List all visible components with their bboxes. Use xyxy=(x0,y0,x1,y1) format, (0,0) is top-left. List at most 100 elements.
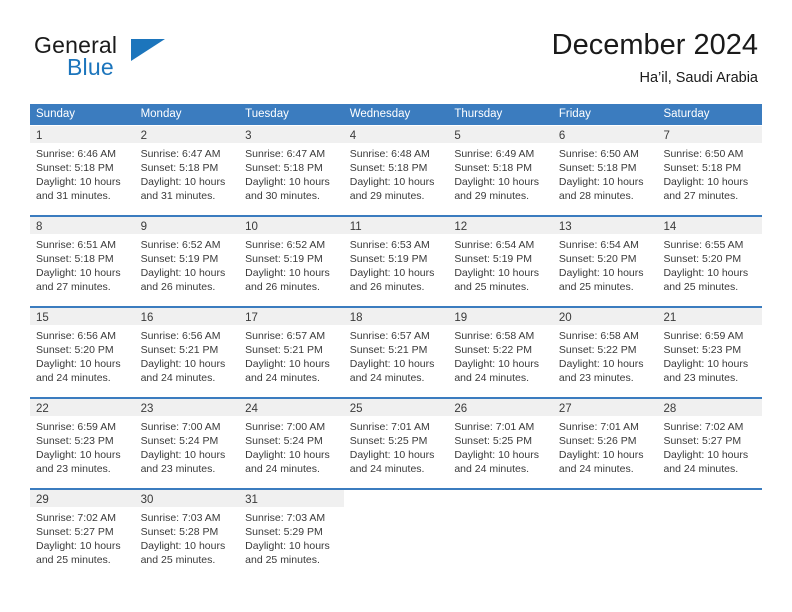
day-sunrise-text: Sunrise: 6:51 AM xyxy=(36,239,116,251)
day-details: Sunrise: 6:49 AM Sunset: 5:18 PM Daylight:… xyxy=(448,143,553,203)
day-sunset-text: Sunset: 5:26 PM xyxy=(558,435,637,447)
day-number: 25 xyxy=(349,403,363,415)
day-details: Sunrise: 6:59 AM Sunset: 5:23 PM Daylight:… xyxy=(30,416,135,476)
day-sunrise-text: Sunrise: 6:58 AM xyxy=(558,330,639,342)
calendar-day-cell[interactable]: 4 Sunrise: 6:48 AM Sunset: 5:18 PM Daylight… xyxy=(343,126,449,209)
day-details: Sunrise: 6:50 AM Sunset: 5:18 PM Daylight:… xyxy=(657,143,762,203)
calendar-day-cell[interactable]: 15 Sunrise: 6:56 AM Sunset: 5:20 PM Dayligh… xyxy=(30,308,135,391)
calendar-day-cell[interactable]: 11 Sunrise: 6:53 AM Sunset: 5:19 PM Dayligh… xyxy=(343,217,449,300)
calendar-day-cell[interactable]: 24 Sunrise: 7:00 AM Sunset: 5:24 PM Dayligh… xyxy=(239,399,344,482)
calendar-day-cell-empty xyxy=(553,490,658,573)
calendar-day-cell[interactable]: 29 Sunrise: 7:02 AM Sunset: 5:27 PM Dayligh… xyxy=(30,490,135,573)
calendar-day-cell[interactable]: 7 Sunrise: 6:50 AM Sunset: 5:18 PM Daylight… xyxy=(657,126,763,209)
calendar-day-cell[interactable]: 21 Sunrise: 6:59 AM Sunset: 5:23 PM Dayligh… xyxy=(657,308,763,391)
calendar-day-cell[interactable]: 28 Sunrise: 7:02 AM Sunset: 5:27 PM Dayligh… xyxy=(657,399,763,482)
calendar-day-cell[interactable]: 13 Sunrise: 6:54 AM Sunset: 5:20 PM Dayligh… xyxy=(552,217,658,300)
day-sunrise-text: Sunrise: 6:50 AM xyxy=(663,148,744,160)
day-daylight-2-text: and 24 minutes. xyxy=(245,372,320,384)
day-details: Sunrise: 6:59 AM Sunset: 5:23 PM Daylight:… xyxy=(657,325,762,385)
calendar-day-cell[interactable]: 23 Sunrise: 7:00 AM Sunset: 5:24 PM Dayligh… xyxy=(134,399,240,482)
calendar-day-cell[interactable]: 30 Sunrise: 7:03 AM Sunset: 5:28 PM Dayligh… xyxy=(134,490,240,573)
calendar-day-cell[interactable]: 18 Sunrise: 6:57 AM Sunset: 5:21 PM Dayligh… xyxy=(343,308,449,391)
day-number-strip: 10 xyxy=(239,217,344,234)
calendar-day-cell[interactable]: 27 Sunrise: 7:01 AM Sunset: 5:26 PM Dayligh… xyxy=(552,399,658,482)
day-sunrise-text: Sunrise: 7:00 AM xyxy=(245,421,326,433)
day-number: 3 xyxy=(245,130,252,142)
calendar-day-cell[interactable]: 5 Sunrise: 6:49 AM Sunset: 5:18 PM Daylight… xyxy=(448,126,553,209)
calendar-day-cell[interactable]: 20 Sunrise: 6:58 AM Sunset: 5:22 PM Dayligh… xyxy=(552,308,658,391)
day-daylight-2-text: and 24 minutes. xyxy=(454,372,530,384)
weekday-header-thursday: Thursday xyxy=(454,108,503,120)
day-daylight-1-text: Daylight: 10 hours xyxy=(245,358,330,370)
calendar-page: General Blue December 2024 Ha’il, Saudi … xyxy=(0,0,792,612)
day-number-strip: 27 xyxy=(552,399,658,416)
day-sunset-text: Sunset: 5:28 PM xyxy=(140,526,219,538)
day-sunset-text: Sunset: 5:20 PM xyxy=(663,253,742,265)
calendar-day-cell[interactable]: 14 Sunrise: 6:55 AM Sunset: 5:20 PM Dayligh… xyxy=(657,217,763,300)
day-sunrise-text: Sunrise: 7:03 AM xyxy=(140,512,221,524)
day-daylight-2-text: and 26 minutes. xyxy=(245,281,320,293)
day-number: 4 xyxy=(349,130,357,142)
calendar-grid: Sunday Monday Tuesday Wednesday Thursday Frid… xyxy=(30,104,763,573)
calendar-day-cell[interactable]: 22 Sunrise: 6:59 AM Sunset: 5:23 PM Dayligh… xyxy=(30,399,135,482)
calendar-day-cell[interactable]: 9 Sunrise: 6:52 AM Sunset: 5:19 PM Daylight… xyxy=(134,217,240,300)
day-daylight-1-text: Daylight: 10 hours xyxy=(558,176,644,188)
calendar-day-cell[interactable]: 12 Sunrise: 6:54 AM Sunset: 5:19 PM Dayligh… xyxy=(448,217,553,300)
calendar-day-cell[interactable]: 26 Sunrise: 7:01 AM Sunset: 5:25 PM Dayligh… xyxy=(448,399,553,482)
day-number-strip: 2 xyxy=(134,126,240,143)
day-sunset-text: Sunset: 5:19 PM xyxy=(245,253,323,265)
day-number: 26 xyxy=(454,403,468,415)
day-details: Sunrise: 6:46 AM Sunset: 5:18 PM Daylight:… xyxy=(30,143,135,203)
day-details: Sunrise: 6:54 AM Sunset: 5:20 PM Daylight:… xyxy=(553,234,658,294)
brand-logo[interactable]: General Blue xyxy=(34,32,254,90)
day-sunrise-text: Sunrise: 6:50 AM xyxy=(558,148,639,160)
day-number-strip: 16 xyxy=(134,308,240,325)
calendar-day-cell[interactable]: 6 Sunrise: 6:50 AM Sunset: 5:18 PM Daylight… xyxy=(552,126,658,209)
calendar-day-cell[interactable]: 1 Sunrise: 6:46 AM Sunset: 5:18 PM Daylight… xyxy=(30,126,135,209)
day-daylight-1-text: Daylight: 10 hours xyxy=(558,449,644,461)
day-sunset-text: Sunset: 5:18 PM xyxy=(140,162,219,174)
day-daylight-1-text: Daylight: 10 hours xyxy=(349,358,435,370)
calendar-day-cell[interactable]: 31 Sunrise: 7:03 AM Sunset: 5:29 PM Dayligh… xyxy=(239,490,344,573)
weekday-header-sunday: Sunday xyxy=(36,108,76,120)
calendar-day-cell[interactable]: 19 Sunrise: 6:58 AM Sunset: 5:22 PM Dayligh… xyxy=(448,308,553,391)
day-daylight-2-text: and 25 minutes. xyxy=(558,281,634,293)
brand-triangle-icon xyxy=(131,39,165,61)
calendar-day-cell[interactable]: 2 Sunrise: 6:47 AM Sunset: 5:18 PM Daylight… xyxy=(134,126,240,209)
day-daylight-1-text: Daylight: 10 hours xyxy=(140,449,226,461)
day-number: 14 xyxy=(663,221,677,233)
day-sunrise-text: Sunrise: 6:53 AM xyxy=(349,239,430,251)
calendar-day-cell[interactable]: 16 Sunrise: 6:56 AM Sunset: 5:21 PM Dayligh… xyxy=(134,308,240,391)
day-sunrise-text: Sunrise: 6:54 AM xyxy=(558,239,639,251)
day-number-strip: 4 xyxy=(343,126,449,143)
day-number-strip: 6 xyxy=(552,126,658,143)
brand-name-blue: Blue xyxy=(67,54,114,80)
day-number: 15 xyxy=(36,312,49,324)
calendar-day-cell[interactable]: 3 Sunrise: 6:47 AM Sunset: 5:18 PM Daylight… xyxy=(239,126,344,209)
day-daylight-1-text: Daylight: 10 hours xyxy=(245,540,330,552)
day-details: Sunrise: 6:51 AM Sunset: 5:18 PM Daylight:… xyxy=(30,234,135,294)
day-number-strip: 30 xyxy=(134,490,240,507)
day-sunset-text: Sunset: 5:18 PM xyxy=(36,253,114,265)
calendar-day-cell[interactable]: 10 Sunrise: 6:52 AM Sunset: 5:19 PM Dayligh… xyxy=(239,217,344,300)
day-number: 27 xyxy=(558,403,572,415)
day-daylight-1-text: Daylight: 10 hours xyxy=(663,358,749,370)
day-daylight-1-text: Daylight: 10 hours xyxy=(454,176,539,188)
day-details: Sunrise: 6:47 AM Sunset: 5:18 PM Daylight:… xyxy=(135,143,240,203)
day-daylight-2-text: and 24 minutes. xyxy=(558,463,634,475)
day-details: Sunrise: 6:54 AM Sunset: 5:19 PM Daylight:… xyxy=(448,234,553,294)
calendar-day-cell[interactable]: 17 Sunrise: 6:57 AM Sunset: 5:21 PM Dayligh… xyxy=(239,308,344,391)
weekday-header-tuesday: Tuesday xyxy=(245,108,289,120)
day-daylight-1-text: Daylight: 10 hours xyxy=(663,449,749,461)
calendar-week-row: 22 Sunrise: 6:59 AM Sunset: 5:23 PM Dayligh… xyxy=(30,397,763,482)
day-number: 20 xyxy=(558,312,572,324)
day-daylight-2-text: and 24 minutes. xyxy=(245,463,320,475)
calendar-day-cell[interactable]: 8 Sunrise: 6:51 AM Sunset: 5:18 PM Daylight… xyxy=(30,217,135,300)
day-sunrise-text: Sunrise: 7:00 AM xyxy=(140,421,221,433)
calendar-weeks: 1 Sunrise: 6:46 AM Sunset: 5:18 PM Daylight… xyxy=(30,126,763,573)
day-number-strip: 29 xyxy=(30,490,135,507)
day-sunset-text: Sunset: 5:25 PM xyxy=(349,435,428,447)
page-title: December 2024 xyxy=(551,29,758,61)
day-details: Sunrise: 7:00 AM Sunset: 5:24 PM Daylight:… xyxy=(239,416,344,476)
calendar-day-cell[interactable]: 25 Sunrise: 7:01 AM Sunset: 5:25 PM Dayligh… xyxy=(343,399,449,482)
